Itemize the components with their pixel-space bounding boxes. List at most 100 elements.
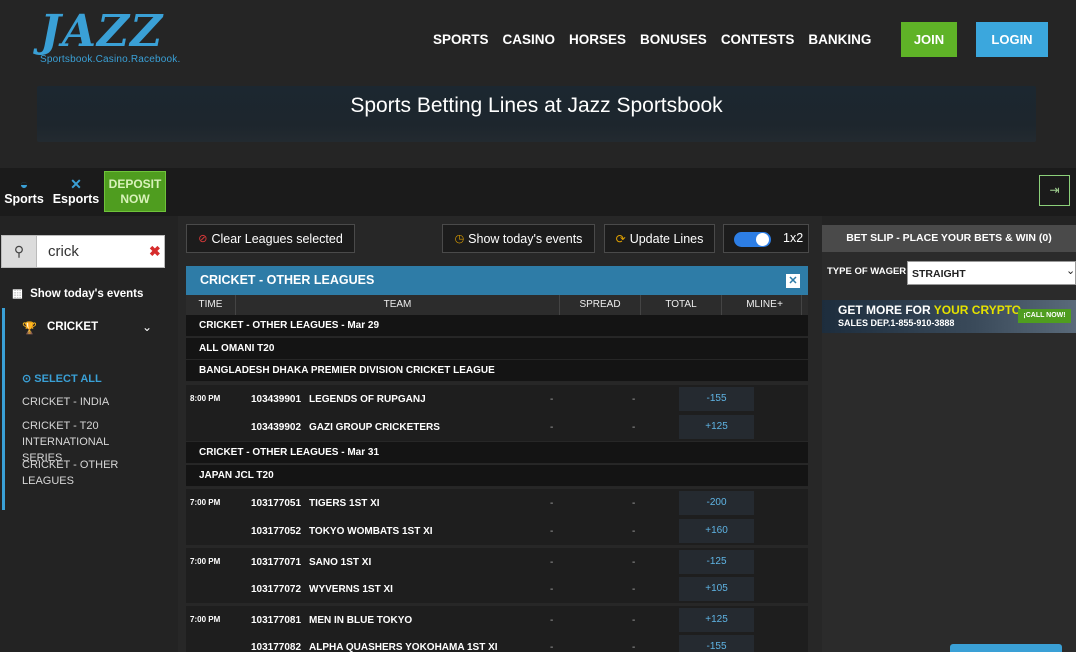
total-cell[interactable]: - xyxy=(632,615,635,626)
esports-icon: ✕ xyxy=(70,176,82,192)
moneyline-cell[interactable]: -155 xyxy=(679,635,754,652)
clear-leagues-label: Clear Leagues selected xyxy=(211,231,343,246)
moneyline-cell[interactable]: -125 xyxy=(679,550,754,574)
clear-leagues-button[interactable]: ⊘ Clear Leagues selected xyxy=(186,224,355,253)
nav-horses[interactable]: HORSES xyxy=(569,32,626,47)
update-lines-label: Update Lines xyxy=(629,231,704,246)
total-cell[interactable]: - xyxy=(632,557,635,568)
group-header: ALL OMANI T20 xyxy=(186,338,808,360)
league-cricket-other[interactable]: CRICKET - OTHER LEAGUES xyxy=(22,457,132,489)
spread-cell[interactable]: - xyxy=(550,422,553,433)
close-icon[interactable]: ✕ xyxy=(786,274,800,288)
clock-icon: ◷ xyxy=(454,233,465,245)
update-lines-button[interactable]: ⟳ Update Lines xyxy=(604,224,715,253)
moneyline-cell[interactable]: +125 xyxy=(679,608,754,632)
total-cell[interactable]: - xyxy=(632,642,635,652)
spread-cell[interactable]: - xyxy=(550,557,553,568)
deposit-now-button[interactable]: DEPOSIT NOW xyxy=(104,171,166,212)
nav-banking[interactable]: BANKING xyxy=(808,32,871,47)
show-today-button[interactable]: ◷ Show today's events xyxy=(442,224,595,253)
event-time: 7:00 PM xyxy=(190,498,221,507)
moneyline-cell[interactable]: -155 xyxy=(679,387,754,411)
promo-headline-a: GET MORE FOR xyxy=(838,303,931,317)
select-all-link[interactable]: ⊙ SELECT ALL xyxy=(22,372,102,385)
spread-cell[interactable]: - xyxy=(550,526,553,537)
chevron-down-icon[interactable]: ⌄ xyxy=(142,320,152,334)
moneyline-cell[interactable]: -200 xyxy=(679,491,754,515)
moneyline-cell[interactable]: +160 xyxy=(679,519,754,543)
login-button[interactable]: LOGIN xyxy=(976,22,1048,57)
wager-type-select[interactable]: STRAIGHT xyxy=(907,261,1076,285)
site-header: JAZZ Sportsbook.Casino.Racebook. SPORTS … xyxy=(0,0,1076,168)
league-panel-header: CRICKET - OTHER LEAGUES ✕ xyxy=(186,266,808,295)
promo-call-button[interactable]: ¡CALL NOW! xyxy=(1018,309,1071,323)
spread-cell[interactable]: - xyxy=(550,584,553,595)
brand-logo[interactable]: JAZZ Sportsbook.Casino.Racebook. xyxy=(40,10,180,66)
nav-bonuses[interactable]: BONUSES xyxy=(640,32,707,47)
bet-slip-action-button[interactable] xyxy=(950,644,1062,652)
trophy-icon: 🏆 xyxy=(22,321,37,335)
promo-headline-b: YOUR CRYPTO xyxy=(933,303,1022,317)
rotation-number: 103177051 xyxy=(251,498,302,509)
esports-tab[interactable]: ✕ Esports xyxy=(52,176,100,206)
team-name: MEN IN BLUE TOKYO xyxy=(309,615,413,626)
promo-phone: SALES DEP.1-855-910-3888 xyxy=(838,318,955,328)
team-name: GAZI GROUP CRICKETERS xyxy=(309,422,440,433)
sidebar-today-link[interactable]: ▦ Show today's events xyxy=(12,286,143,300)
total-cell[interactable]: - xyxy=(632,498,635,509)
toggle-label: 1x2 xyxy=(783,231,804,245)
spread-cell[interactable]: - xyxy=(550,394,553,405)
col-more: + xyxy=(777,299,783,310)
event-time: 7:00 PM xyxy=(190,557,221,566)
table-row: 7:00 PM 103177071 SANO 1ST XI - - -125 xyxy=(186,548,808,576)
rotation-number: 103177072 xyxy=(251,584,302,595)
chevron-down-icon: ⌄ xyxy=(1066,265,1076,277)
ban-icon: ⊘ xyxy=(198,233,208,245)
nav-casino[interactable]: CASINO xyxy=(503,32,556,47)
col-team: TEAM xyxy=(236,295,560,315)
wager-type-label: TYPE OF WAGER xyxy=(827,266,907,277)
join-button[interactable]: JOIN xyxy=(901,22,957,57)
spread-cell[interactable]: - xyxy=(550,615,553,626)
event-time: 8:00 PM xyxy=(190,394,221,403)
nav-contests[interactable]: CONTESTS xyxy=(721,32,795,47)
group-header: CRICKET - OTHER LEAGUES - Mar 31 xyxy=(186,442,808,464)
check-circle-icon: ⊙ xyxy=(22,373,32,385)
odds-format-toggle[interactable]: 1x2 xyxy=(723,224,809,253)
page-root: JAZZ Sportsbook.Casino.Racebook. SPORTS … xyxy=(0,0,1076,652)
sports-tab[interactable]: ◒ Sports xyxy=(4,176,44,206)
calendar-icon: ▦ xyxy=(12,288,23,300)
active-sport-indicator xyxy=(2,308,5,510)
league-cricket-india[interactable]: CRICKET - INDIA xyxy=(22,394,142,410)
event-time: 7:00 PM xyxy=(190,615,221,624)
clear-search-icon[interactable]: ✖ xyxy=(149,243,161,260)
search-input[interactable] xyxy=(40,236,140,266)
spread-cell[interactable]: - xyxy=(550,498,553,509)
total-cell[interactable]: - xyxy=(632,394,635,405)
team-name: ALPHA QUASHERS YOKOHAMA 1ST XI xyxy=(309,642,498,652)
total-cell[interactable]: - xyxy=(632,422,635,433)
rotation-number: 103439902 xyxy=(251,422,302,433)
col-total: TOTAL xyxy=(641,295,722,315)
total-cell[interactable]: - xyxy=(632,526,635,537)
moneyline-cell[interactable]: +125 xyxy=(679,415,754,439)
table-row: 103177082 ALPHA QUASHERS YOKOHAMA 1ST XI… xyxy=(186,633,808,652)
moneyline-cell[interactable]: +105 xyxy=(679,577,754,601)
sport-header-cricket[interactable]: CRICKET xyxy=(47,321,98,333)
col-time: TIME xyxy=(186,295,236,315)
group-header: BANGLADESH DHAKA PREMIER DIVISION CRICKE… xyxy=(186,360,808,382)
table-row: 7:00 PM 103177051 TIGERS 1ST XI - - -200 xyxy=(186,489,808,517)
login-icon-button[interactable]: ⇥ xyxy=(1039,175,1070,206)
nav-sports[interactable]: SPORTS xyxy=(433,32,489,47)
table-row: 103439902 GAZI GROUP CRICKETERS - - +125 xyxy=(186,413,808,441)
group-header: JAPAN JCL T20 xyxy=(186,465,808,487)
table-row: 8:00 PM 103439901 LEGENDS OF RUPGANJ - -… xyxy=(186,385,808,413)
rotation-number: 103177081 xyxy=(251,615,302,626)
sign-in-icon: ⇥ xyxy=(1049,183,1060,197)
page-title: Sports Betting Lines at Jazz Sportsbook xyxy=(350,94,723,117)
total-cell[interactable]: - xyxy=(632,584,635,595)
toggle-switch[interactable] xyxy=(734,232,771,247)
search-button[interactable]: ⚲ xyxy=(1,235,37,268)
spread-cell[interactable]: - xyxy=(550,642,553,652)
rotation-number: 103177082 xyxy=(251,642,302,652)
